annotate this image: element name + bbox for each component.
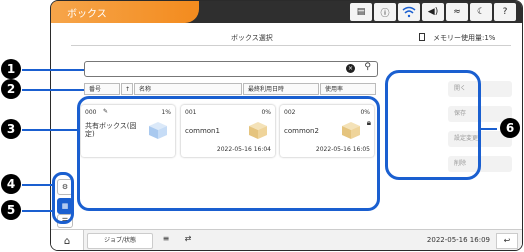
stop-icon[interactable]: ≡: [157, 234, 175, 246]
clear-icon[interactable]: ×: [346, 64, 355, 73]
divider: [71, 45, 511, 46]
callout-line-1: [22, 69, 84, 71]
sd-card-icon: [419, 33, 425, 41]
info-icon[interactable]: ⓘ: [374, 3, 396, 21]
wifi-direct-icon[interactable]: [398, 3, 420, 21]
clock: 2022-05-16 16:09: [426, 236, 490, 244]
app-title: ボックス: [67, 9, 107, 20]
volume-icon[interactable]: ◀): [422, 3, 444, 21]
document-icon[interactable]: ▤: [350, 3, 372, 21]
memory-usage-text: メモリー使用量:1%: [433, 34, 496, 42]
callout-3: 3: [1, 119, 21, 139]
callout-line-4: [22, 184, 54, 186]
bottom-bar: ⌂ ジョブ/状態 ≡ ⇄ 2022-05-16 16:09 ↩: [51, 229, 522, 250]
callout-line-2: [22, 89, 84, 91]
status-icons: ▤ ⓘ ◀) ≈ ☾ ?: [350, 3, 516, 21]
col-usage[interactable]: 使用率: [320, 83, 376, 95]
search-icon[interactable]: ⚲: [364, 62, 371, 72]
title-tab: ボックス: [51, 1, 199, 23]
job-status-button[interactable]: ジョブ/状態: [87, 233, 153, 249]
moon-icon[interactable]: ☾: [470, 3, 492, 21]
help-icon[interactable]: ?: [494, 3, 516, 21]
top-bar: ボックス ▤ ⓘ ◀) ≈ ☾ ?: [51, 1, 522, 23]
col-last-used[interactable]: 最終利用日時: [243, 83, 319, 95]
callout-4: 4: [1, 174, 21, 194]
box-list-highlight: [77, 96, 380, 211]
actions-highlight: [385, 70, 481, 180]
callout-6: 6: [500, 118, 520, 138]
callout-line-5: [22, 210, 54, 212]
callout-line-3: [22, 129, 78, 131]
screen-title: ボックス選択: [231, 34, 273, 42]
back-icon[interactable]: ↩: [496, 233, 518, 249]
memory-usage: メモリー使用量:1%: [419, 33, 495, 43]
callout-line-6: [481, 128, 497, 130]
home-icon[interactable]: ⌂: [51, 230, 84, 250]
sort-arrow[interactable]: ↑: [121, 83, 133, 95]
callout-2: 2: [1, 79, 21, 99]
callout-1: 1: [1, 59, 21, 79]
view-buttons-highlight: [52, 172, 74, 224]
search-input[interactable]: × ⚲: [84, 61, 378, 77]
col-name[interactable]: 名称: [134, 83, 242, 95]
transfer-icon[interactable]: ⇄: [179, 234, 197, 246]
col-number[interactable]: 番号: [84, 83, 120, 95]
callout-5: 5: [1, 200, 21, 220]
wifi-off-icon[interactable]: ≈: [446, 3, 468, 21]
